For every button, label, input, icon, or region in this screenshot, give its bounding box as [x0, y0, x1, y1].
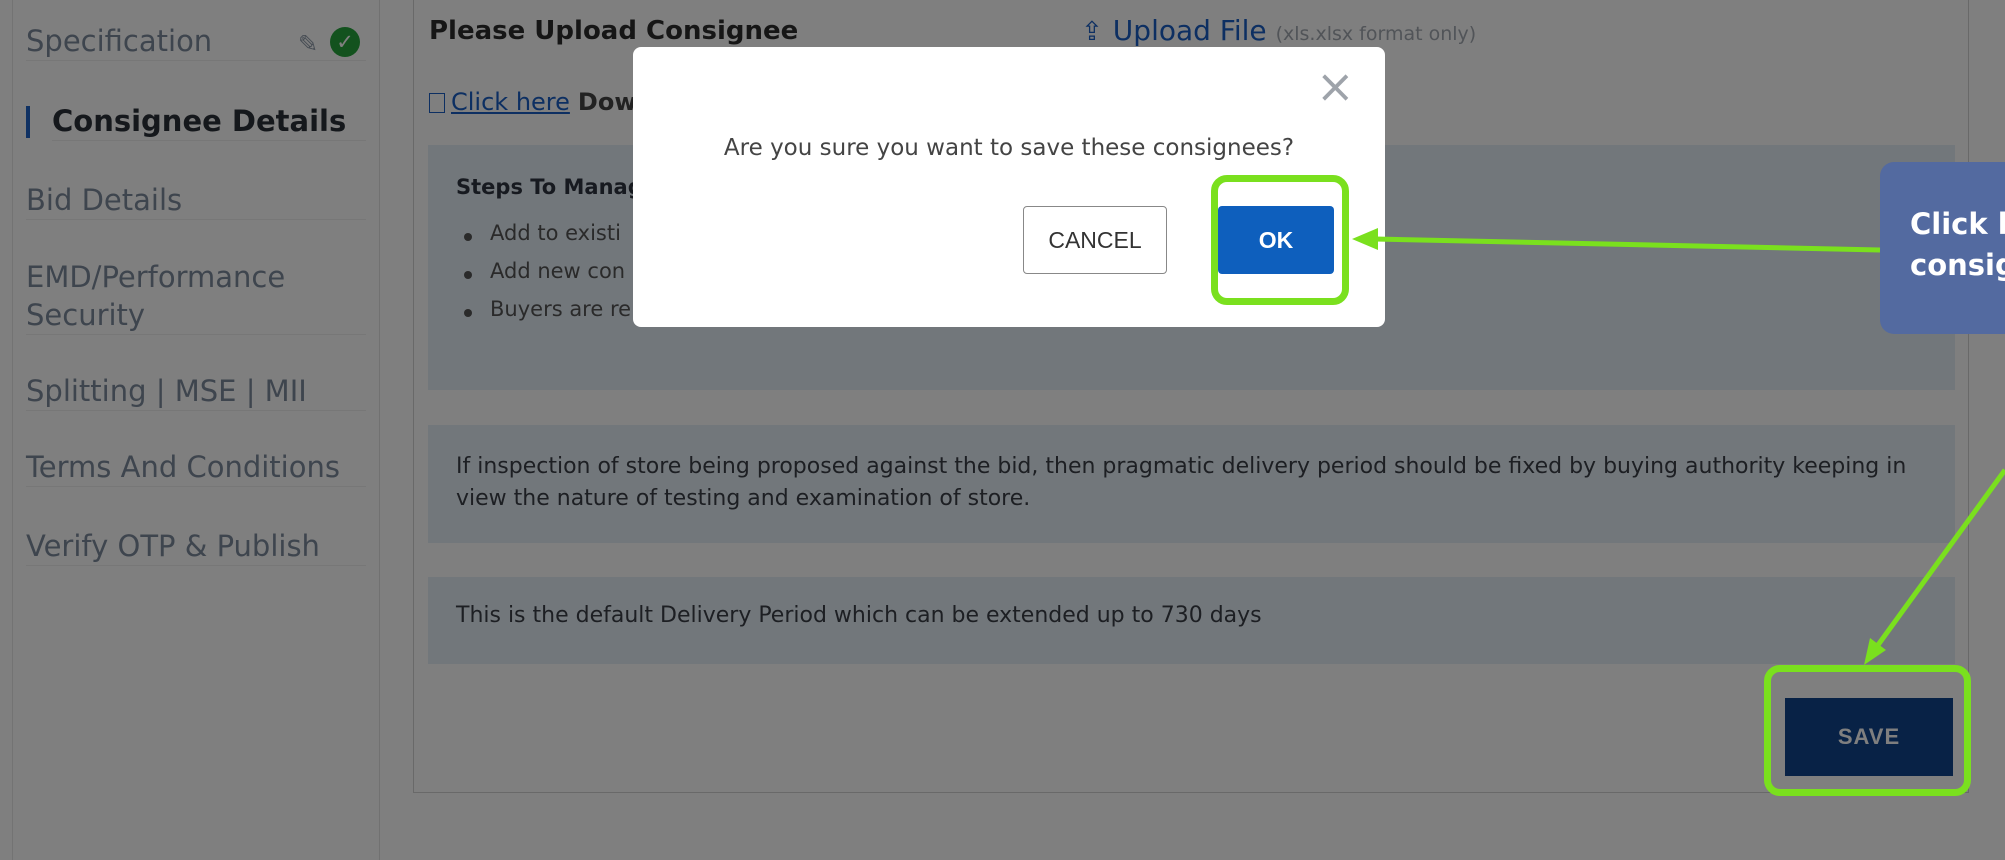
- arrow-to-ok: [1374, 236, 1881, 253]
- arrow-head-ok: [1352, 228, 1378, 250]
- annotation-arrows: [1352, 228, 2005, 665]
- arrow-to-save: [1875, 468, 2005, 647]
